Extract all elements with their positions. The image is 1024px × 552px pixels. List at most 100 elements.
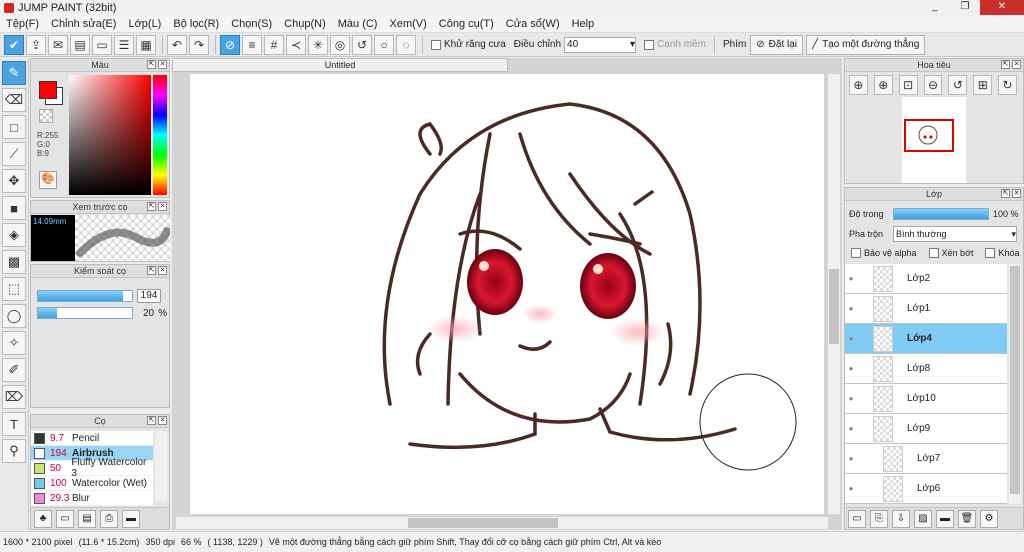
brush-list-scrollbar[interactable] xyxy=(155,431,167,501)
menu-layer[interactable]: Lớp(L) xyxy=(122,18,167,30)
menu-help[interactable]: Help xyxy=(566,18,601,30)
edge-checkbox[interactable] xyxy=(644,39,655,50)
visibility-icon[interactable]: ● xyxy=(845,394,857,403)
horizontal-scrollbar[interactable] xyxy=(176,517,828,529)
page-dropdown-icon[interactable]: ▤ xyxy=(78,509,96,528)
straight-line-button[interactable]: ╱ Tạo một đường thẳng xyxy=(806,34,926,55)
fill-rect-tool-icon[interactable]: ■ xyxy=(2,196,26,220)
close-icon[interactable]: ✕ xyxy=(158,416,167,425)
eraser-tool-icon[interactable]: ⌫ xyxy=(2,88,26,112)
brush-item[interactable]: 100 Watercolor (Wet) xyxy=(31,476,153,491)
drawing-canvas[interactable] xyxy=(190,74,824,514)
redo-icon[interactable]: ↷ xyxy=(189,34,209,55)
concentric-ruler-icon[interactable]: ◎ xyxy=(330,34,350,55)
delete-layer-icon[interactable]: 🗑 xyxy=(958,509,976,528)
new-layer-icon[interactable]: ▭ xyxy=(848,509,866,528)
menu-filter[interactable]: Bộ lọc(R) xyxy=(167,18,225,30)
copy-layer-icon[interactable]: ⎘ xyxy=(870,509,888,528)
saturation-value-picker[interactable] xyxy=(69,75,151,195)
undo-icon[interactable]: ↶ xyxy=(167,34,187,55)
layer-row[interactable]: ● Lớp2 xyxy=(845,264,1007,294)
cloud-icon[interactable]: ✔ xyxy=(4,34,24,55)
brush-size-slider[interactable] xyxy=(37,290,133,302)
menu-view[interactable]: Xem(V) xyxy=(383,18,432,30)
visibility-icon[interactable]: ● xyxy=(845,334,857,343)
list-icon[interactable]: ☰ xyxy=(114,34,134,55)
menu-select[interactable]: Chọn(S) xyxy=(225,18,278,30)
symmetry-ruler-icon[interactable]: ◌ xyxy=(396,34,416,55)
transparent-swatch[interactable] xyxy=(39,109,53,123)
antialias-checkbox[interactable] xyxy=(431,39,441,50)
layer-row[interactable]: ● Lớp1 xyxy=(845,294,1007,324)
lasso-tool-icon[interactable]: ◯ xyxy=(2,304,26,328)
hue-slider[interactable] xyxy=(153,75,167,195)
maximize-button[interactable]: ❐ xyxy=(950,0,980,15)
vertical-scrollbar[interactable] xyxy=(828,74,840,514)
parallel-ruler-icon[interactable]: ≡ xyxy=(242,34,262,55)
close-button[interactable]: ✕ xyxy=(980,0,1024,15)
layer-row[interactable]: ● Lớp7 xyxy=(845,444,1007,474)
curve-ruler-icon[interactable]: ↺ xyxy=(352,34,372,55)
perspective-ruler-icon[interactable]: ≺ xyxy=(286,34,306,55)
scroll-thumb[interactable] xyxy=(1010,266,1020,494)
reset-view-icon[interactable]: ⊞ xyxy=(973,75,993,95)
grid-ruler-icon[interactable]: # xyxy=(264,34,284,55)
reset-button[interactable]: ⊘ Đặt lại xyxy=(750,34,804,55)
grid-layout-icon[interactable]: ▦ xyxy=(136,34,156,55)
layer-row[interactable]: ● Lớp8 xyxy=(845,354,1007,384)
line-tool-icon[interactable]: ⟋ xyxy=(2,142,26,166)
close-icon[interactable]: ✕ xyxy=(158,60,167,69)
menu-file[interactable]: Tệp(F) xyxy=(0,18,45,30)
layer-list-scrollbar[interactable] xyxy=(1009,264,1021,504)
scroll-thumb[interactable] xyxy=(408,518,558,528)
primary-color-swatch[interactable] xyxy=(39,81,57,99)
layer-settings-icon[interactable]: ⚙ xyxy=(980,509,998,528)
brush-item[interactable]: 50 Fluffy Watercolor 3 xyxy=(31,457,153,479)
undock-icon[interactable]: ⇱ xyxy=(1001,189,1010,198)
undock-icon[interactable]: ⇱ xyxy=(147,60,156,69)
close-icon[interactable]: ✕ xyxy=(158,202,167,211)
page-icon[interactable]: ▭ xyxy=(56,509,74,528)
menu-window[interactable]: Cửa sổ(W) xyxy=(500,18,566,30)
layer-mask-icon[interactable]: ▨ xyxy=(914,509,932,528)
merge-layer-icon[interactable]: ⇩ xyxy=(892,509,910,528)
gradient-tool-icon[interactable]: ▩ xyxy=(2,250,26,274)
select-pen-tool-icon[interactable]: ✐ xyxy=(2,358,26,382)
close-icon[interactable]: ✕ xyxy=(1012,189,1021,198)
undock-icon[interactable]: ⇱ xyxy=(147,416,156,425)
new-brush-icon[interactable]: ♣ xyxy=(34,509,52,528)
ellipse-ruler-icon[interactable]: ○ xyxy=(374,34,394,55)
visibility-icon[interactable]: ● xyxy=(845,484,857,493)
eyedropper-tool-icon[interactable]: ⚲ xyxy=(2,439,26,463)
undock-icon[interactable]: ⇱ xyxy=(1001,60,1010,69)
menu-color[interactable]: Màu (C) xyxy=(332,18,384,30)
visibility-icon[interactable]: ● xyxy=(845,304,857,313)
fit-window-icon[interactable]: ⊡ xyxy=(898,75,918,95)
brush-item[interactable]: 29.3 Blur xyxy=(31,491,153,506)
brush-opacity-slider[interactable] xyxy=(37,307,133,319)
layer-row[interactable]: ● Lớp10 xyxy=(845,384,1007,414)
menu-tools[interactable]: Công cụ(T) xyxy=(433,18,500,30)
zoom-in-plus-icon[interactable]: ⊕ xyxy=(873,75,893,95)
palette-icon[interactable]: 🎨 xyxy=(39,171,57,189)
brush-tool-icon[interactable]: ✎ xyxy=(2,61,26,85)
close-icon[interactable]: ✕ xyxy=(1012,60,1021,69)
minimize-button[interactable]: _ xyxy=(920,0,950,15)
protect-alpha-checkbox[interactable] xyxy=(851,248,861,258)
document-icon[interactable]: ▭ xyxy=(92,34,112,55)
folder-icon[interactable]: ▬ xyxy=(122,509,140,528)
brush-size-input[interactable]: 194 xyxy=(137,289,161,303)
layer-opacity-slider[interactable] xyxy=(893,208,989,220)
move-tool-icon[interactable]: ✥ xyxy=(2,169,26,193)
navigator-thumbnail[interactable] xyxy=(902,97,966,183)
rotate-left-icon[interactable]: ↺ xyxy=(948,75,968,95)
visibility-icon[interactable]: ● xyxy=(845,424,857,433)
brush-item[interactable]: 9.7 Pencil xyxy=(31,431,153,446)
scroll-thumb[interactable] xyxy=(829,269,839,344)
visibility-icon[interactable]: ● xyxy=(845,454,857,463)
undock-icon[interactable]: ⇱ xyxy=(147,266,156,275)
undock-icon[interactable]: ⇱ xyxy=(147,202,156,211)
menu-edit[interactable]: Chỉnh sửa(E) xyxy=(45,18,122,30)
bucket-tool-icon[interactable]: ◈ xyxy=(2,223,26,247)
visibility-icon[interactable]: ● xyxy=(845,274,857,283)
